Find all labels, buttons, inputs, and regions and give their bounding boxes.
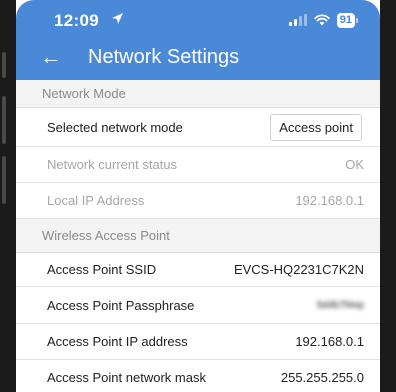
access-point-mask-row[interactable]: Access Point network mask 255.255.255.0 <box>16 360 380 392</box>
phone-mute-switch <box>2 52 6 78</box>
network-status-row: Network current status OK <box>16 147 380 183</box>
ssid-value: EVCS-HQ2231C7K2N <box>233 262 364 277</box>
battery-icon: 91 <box>336 12 358 28</box>
location-arrow-icon <box>112 13 123 24</box>
ap-mask-value: 255.255.255.0 <box>280 370 364 385</box>
network-mode-select-button[interactable]: Access point <box>270 113 362 141</box>
network-status-value: OK <box>345 157 364 172</box>
phone-volume-down <box>2 156 6 204</box>
section-header-network-mode: Network Mode <box>16 80 380 108</box>
phone-volume-up <box>2 96 6 144</box>
row-label: Access Point Passphrase <box>47 297 195 313</box>
signal-icon <box>288 14 307 26</box>
access-point-ssid-row[interactable]: Access Point SSID EVCS-HQ2231C7K2N <box>16 253 380 287</box>
app-bar: 12:09 91 ← Network Settings <box>16 0 380 80</box>
row-label: Access Point SSID <box>47 262 157 277</box>
section-title: Network Mode <box>42 86 126 101</box>
status-indicators: 91 <box>288 11 358 29</box>
access-point-passphrase-row[interactable]: Access Point Passphrase 5d4b7f4ep <box>16 287 380 324</box>
status-time: 12:09 <box>54 11 99 30</box>
row-label: Access Point IP address <box>47 334 188 349</box>
selected-network-mode-row[interactable]: Selected network mode Access point <box>16 108 380 147</box>
access-point-ip-row[interactable]: Access Point IP address 192.168.0.1 <box>16 324 380 360</box>
phone-bezel-left <box>0 0 16 392</box>
back-arrow-icon[interactable]: ← <box>40 45 62 69</box>
row-label: Access Point network mask <box>47 370 206 385</box>
page-title: Network Settings <box>88 46 240 68</box>
row-label: Local IP Address <box>47 193 145 208</box>
wifi-icon <box>314 14 330 26</box>
row-label: Network current status <box>47 157 178 172</box>
phone-bezel-right <box>380 0 396 392</box>
local-ip-value: 192.168.0.1 <box>295 193 364 208</box>
row-label: Selected network mode <box>47 119 183 135</box>
phone-screen: 12:09 91 ← Network Settings Network Mode… <box>16 0 380 392</box>
ap-ip-value: 192.168.0.1 <box>295 334 364 349</box>
section-title: Wireless Access Point <box>42 228 170 243</box>
local-ip-row: Local IP Address 192.168.0.1 <box>16 183 380 219</box>
battery-level: 91 <box>336 12 355 28</box>
passphrase-value: 5d4b7f4ep <box>316 299 364 311</box>
section-header-wireless-access-point: Wireless Access Point <box>16 219 380 253</box>
